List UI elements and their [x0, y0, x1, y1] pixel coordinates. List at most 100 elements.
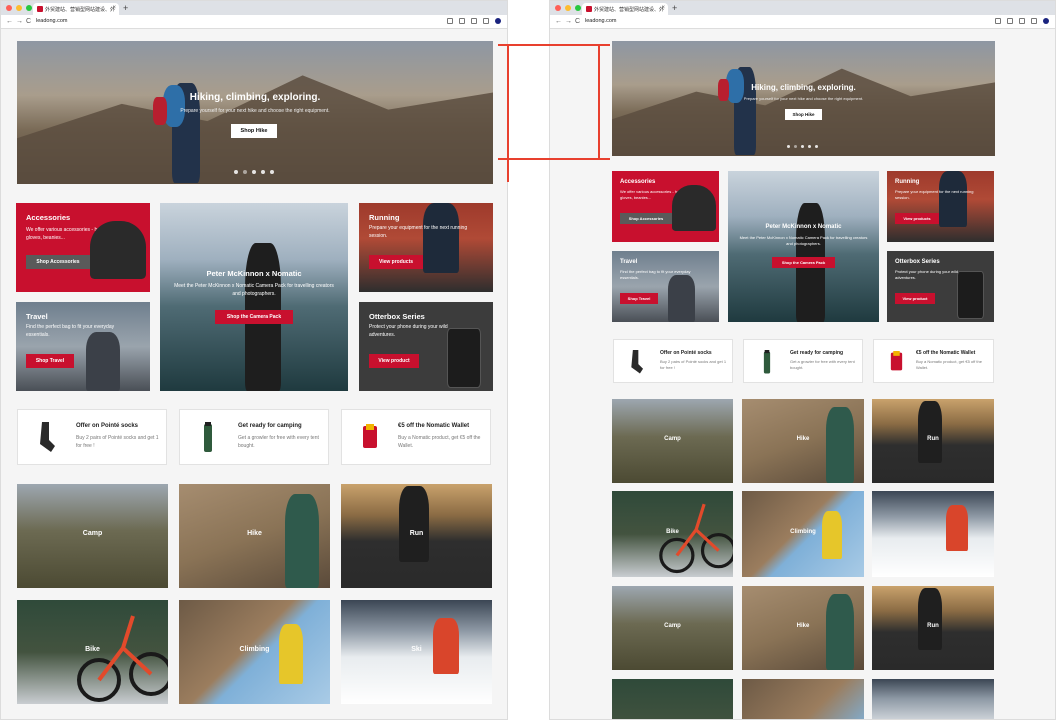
- shop-travel-button[interactable]: Shop Travel: [620, 293, 658, 304]
- forward-icon[interactable]: →: [16, 17, 23, 26]
- category-tile-camp[interactable]: Camp: [612, 586, 733, 670]
- category-tile-bike[interactable]: [612, 679, 733, 719]
- card-title: Running: [895, 179, 920, 185]
- accessories-card[interactable]: Accessories We offer various accessories…: [612, 171, 719, 242]
- hero-title: Hiking, climbing, exploring.: [189, 92, 321, 103]
- carousel-dot[interactable]: [808, 145, 811, 148]
- category-tile-ski[interactable]: [872, 679, 994, 719]
- category-tile-ski[interactable]: Ski: [341, 600, 492, 704]
- bookmark-icon[interactable]: [1007, 18, 1013, 24]
- carousel-dot[interactable]: [243, 170, 247, 174]
- card-text: Protect your phone during your wild adve…: [895, 269, 958, 280]
- shop-hike-button[interactable]: Shop Hike: [785, 109, 822, 120]
- category-tile-run[interactable]: Run: [872, 586, 994, 670]
- carousel-dot[interactable]: [794, 145, 797, 148]
- category-tile-hike[interactable]: Hike: [742, 586, 864, 670]
- accessories-card[interactable]: Accessories We offer various accessories…: [16, 203, 150, 292]
- maximize-window-button[interactable]: [575, 5, 581, 11]
- promo-camping[interactable]: Get ready for camping Get a growler for …: [743, 339, 863, 383]
- back-icon[interactable]: ←: [6, 17, 13, 26]
- camera-pack-card[interactable]: Peter McKinnon x Nomatic Meet the Peter …: [728, 171, 879, 322]
- carousel-dot[interactable]: [801, 145, 804, 148]
- maximize-window-button[interactable]: [26, 5, 32, 11]
- new-tab-button[interactable]: +: [123, 3, 128, 13]
- category-tile-ski[interactable]: [872, 491, 994, 577]
- category-tile-climbing[interactable]: Climbing: [179, 600, 330, 704]
- share-icon[interactable]: [447, 18, 453, 24]
- category-tile-bike[interactable]: Bike: [17, 600, 168, 704]
- category-tile-run[interactable]: Run: [872, 399, 994, 483]
- travel-card[interactable]: Travel Find the perfect bag to fit your …: [16, 302, 150, 391]
- category-tile-camp[interactable]: Camp: [612, 399, 733, 483]
- sidebar-icon[interactable]: [483, 18, 489, 24]
- promo-socks[interactable]: Offer on Pointé socks Buy 2 pairs of Poi…: [17, 409, 167, 465]
- tab-close-icon[interactable]: ×: [661, 5, 665, 11]
- forward-icon[interactable]: →: [565, 17, 572, 26]
- category-label: Ski: [411, 646, 422, 653]
- bike-image: [659, 503, 733, 574]
- category-tile-climbing[interactable]: [742, 679, 864, 719]
- carousel-pagination: [787, 145, 818, 148]
- close-window-button[interactable]: [555, 5, 561, 11]
- promo-socks[interactable]: Offer on Pointé socks Buy 2 pairs of Poi…: [613, 339, 733, 383]
- tab-title: 外贸建站、营销型网站建设、外: [45, 7, 116, 13]
- carousel-dot[interactable]: [252, 170, 256, 174]
- carousel-dot[interactable]: [234, 170, 238, 174]
- share-icon[interactable]: [995, 18, 1001, 24]
- reload-icon[interactable]: C: [26, 17, 31, 26]
- carousel-dot[interactable]: [787, 145, 790, 148]
- category-tile-hike[interactable]: Hike: [742, 399, 864, 483]
- promo-wallet[interactable]: €5 off the Nomatic Wallet Buy a Nomatic …: [341, 409, 491, 465]
- url-field[interactable]: leadong.com: [585, 17, 617, 26]
- bookmark-icon[interactable]: [459, 18, 465, 24]
- category-tile-run[interactable]: Run: [341, 484, 492, 588]
- category-tile-climbing[interactable]: Climbing: [742, 491, 864, 577]
- shop-camera-pack-button[interactable]: Shop the Camera Pack: [772, 257, 835, 268]
- category-label: Run: [927, 436, 939, 442]
- annotation-line-left: [507, 44, 509, 182]
- extension-icon[interactable]: [1019, 18, 1025, 24]
- travel-card[interactable]: Travel Find the perfect bag to fit your …: [612, 251, 719, 322]
- category-tile-bike[interactable]: Bike: [612, 491, 733, 577]
- promo-wallet[interactable]: €5 off the Nomatic Wallet Buy a Nomatic …: [873, 339, 994, 383]
- promo-camping[interactable]: Get ready for camping Get a growler for …: [179, 409, 329, 465]
- reload-icon[interactable]: C: [575, 17, 580, 26]
- browser-tab[interactable]: 外贸建站、营销型网站建设、外 ×: [582, 3, 668, 15]
- category-tile-camp[interactable]: Camp: [17, 484, 168, 588]
- carousel-dot[interactable]: [261, 170, 265, 174]
- profile-avatar[interactable]: [1043, 18, 1049, 24]
- running-view-products-button[interactable]: View products: [369, 255, 423, 269]
- running-card[interactable]: Running Prepare your equipment for the n…: [359, 203, 493, 292]
- minimize-window-button[interactable]: [565, 5, 571, 11]
- tab-close-icon[interactable]: ×: [112, 5, 116, 11]
- carousel-pagination: [234, 170, 274, 174]
- shop-travel-button[interactable]: Shop Travel: [26, 354, 74, 368]
- shop-accessories-button[interactable]: Shop Accessories: [26, 255, 90, 269]
- beanie-image: [672, 185, 716, 231]
- carousel-dot[interactable]: [270, 170, 274, 174]
- category-tile-hike[interactable]: Hike: [179, 484, 330, 588]
- close-window-button[interactable]: [6, 5, 12, 11]
- toolbar-icons: [447, 18, 501, 24]
- new-tab-button[interactable]: +: [672, 3, 677, 13]
- url-field[interactable]: leadong.com: [36, 17, 68, 26]
- otterbox-view-product-button[interactable]: View product: [895, 293, 935, 304]
- carousel-dot[interactable]: [815, 145, 818, 148]
- extension-icon[interactable]: [471, 18, 477, 24]
- otterbox-view-product-button[interactable]: View product: [369, 354, 419, 368]
- minimize-window-button[interactable]: [16, 5, 22, 11]
- browser-tab[interactable]: 外贸建站、营销型网站建设、外 ×: [33, 3, 119, 15]
- category-label: Bike: [85, 646, 100, 653]
- otterbox-card[interactable]: Otterbox Series Protect your phone durin…: [359, 302, 493, 391]
- running-view-products-button[interactable]: View products: [895, 213, 939, 224]
- shop-camera-pack-button[interactable]: Shop the Camera Pack: [215, 310, 293, 324]
- camera-pack-card[interactable]: Peter McKinnon x Nomatic Meet the Peter …: [160, 203, 348, 391]
- sidebar-icon[interactable]: [1031, 18, 1037, 24]
- hero-subtitle: Prepare yourself for your next hike and …: [180, 108, 330, 114]
- running-card[interactable]: Running Prepare your equipment for the n…: [887, 171, 994, 242]
- profile-avatar[interactable]: [495, 18, 501, 24]
- otterbox-card[interactable]: Otterbox Series Protect your phone durin…: [887, 251, 994, 322]
- shop-accessories-button[interactable]: Shop Accessories: [620, 213, 672, 224]
- shop-hike-button[interactable]: Shop Hike: [231, 124, 277, 138]
- back-icon[interactable]: ←: [555, 17, 562, 26]
